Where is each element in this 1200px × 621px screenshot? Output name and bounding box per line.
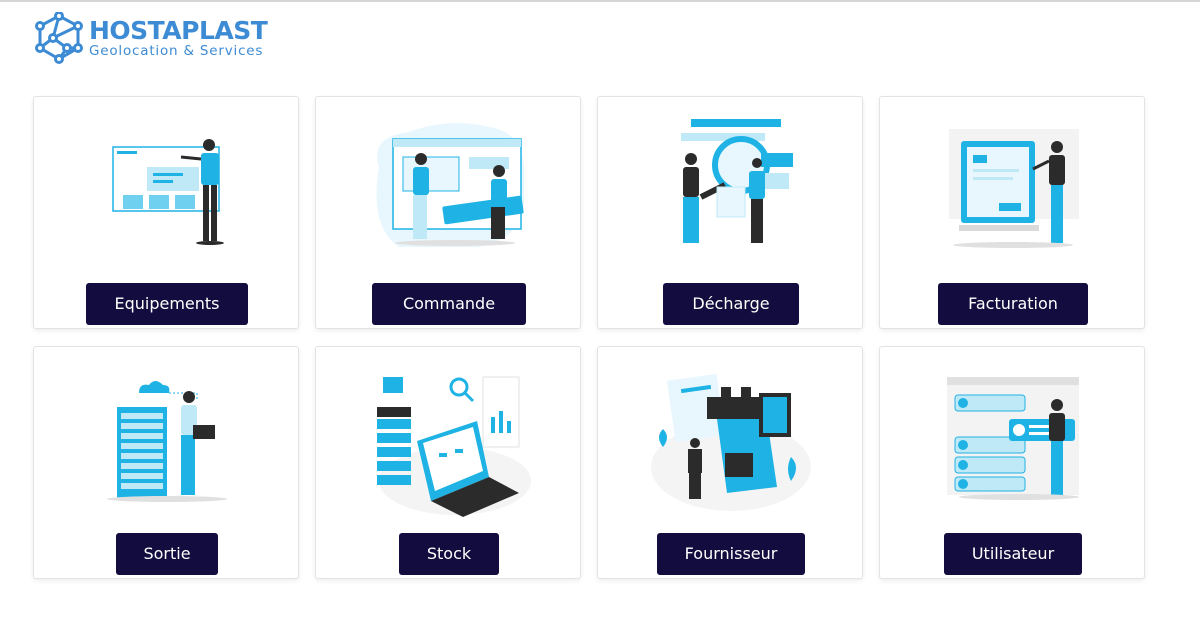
- stock-button[interactable]: Stock: [399, 533, 499, 575]
- utilisateur-button[interactable]: Utilisateur: [944, 533, 1082, 575]
- card-stock[interactable]: Stock: [315, 346, 581, 579]
- card-commande[interactable]: Commande: [315, 96, 581, 329]
- card-utilisateur[interactable]: Utilisateur: [879, 346, 1145, 579]
- invoice-screen-illustration-icon: [949, 129, 1079, 248]
- brand-name: HOSTAPLAST: [89, 16, 268, 45]
- browser-window-illustration-icon: [376, 123, 525, 247]
- card-facturation[interactable]: Facturation: [879, 96, 1145, 329]
- commande-button[interactable]: Commande: [372, 283, 526, 325]
- laptop-server-illustration-icon: [377, 376, 531, 517]
- card-decharge[interactable]: Décharge: [597, 96, 863, 329]
- fournisseur-button[interactable]: Fournisseur: [657, 533, 805, 575]
- decharge-button[interactable]: Décharge: [663, 283, 799, 325]
- supplier-documents-illustration-icon: [651, 373, 811, 511]
- server-rack-illustration-icon: [107, 381, 227, 502]
- sortie-button[interactable]: Sortie: [116, 533, 218, 575]
- card-equipements[interactable]: Equipements: [33, 96, 299, 329]
- dashboard-illustration-icon: [112, 139, 224, 245]
- brand-tagline: Geolocation & Services: [89, 43, 264, 59]
- card-fournisseur[interactable]: Fournisseur: [597, 346, 863, 579]
- top-border: [0, 0, 1200, 2]
- network-logo-icon: [35, 12, 83, 64]
- magnifier-illustration-icon: [681, 119, 793, 243]
- facturation-button[interactable]: Facturation: [938, 283, 1088, 325]
- user-list-illustration-icon: [947, 377, 1079, 500]
- card-sortie[interactable]: Sortie: [33, 346, 299, 579]
- brand-logo[interactable]: HOSTAPLAST Geolocation & Services: [33, 10, 303, 64]
- equipements-button[interactable]: Equipements: [86, 283, 248, 325]
